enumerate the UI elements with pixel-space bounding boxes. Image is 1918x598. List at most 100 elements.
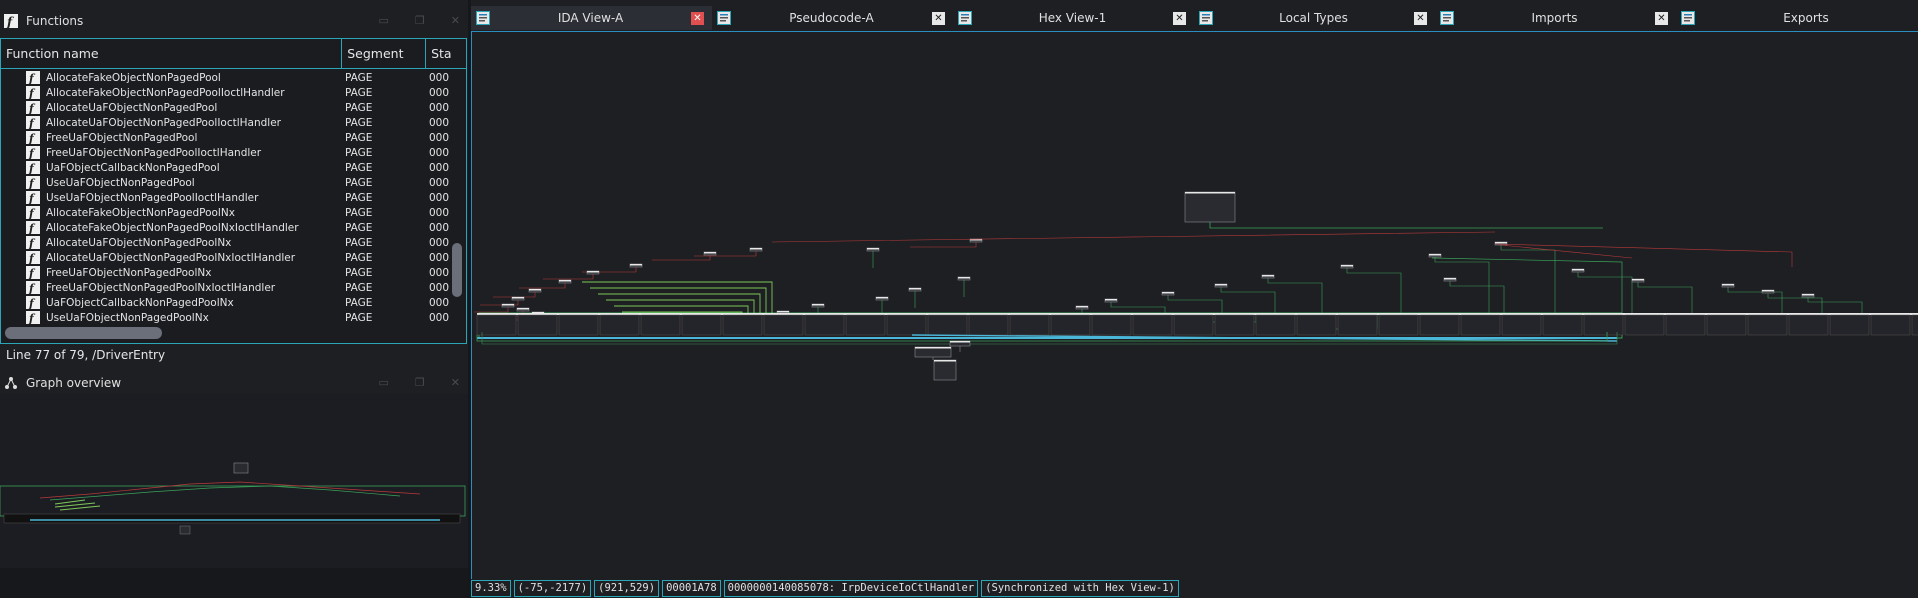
- function-icon: f: [26, 281, 40, 294]
- function-segment: PAGE: [345, 131, 373, 144]
- graph-leaf-node: [1460, 314, 1501, 336]
- graph-leaf-node: [1296, 314, 1337, 336]
- table-row[interactable]: f UaFObjectCallbackNonPagedPool PAGE 000: [1, 160, 466, 175]
- table-row[interactable]: f FreeUaFObjectNonPagedPoolNx PAGE 000: [1, 265, 466, 280]
- graph-node-header: [517, 308, 529, 310]
- table-row[interactable]: f AllocateUaFObjectNonPagedPoolNxIoctlHan…: [1, 250, 466, 265]
- function-segment: PAGE: [345, 296, 373, 309]
- table-row[interactable]: f AllocateUaFObjectNonPagedPoolIoctlHandl…: [1, 115, 466, 130]
- close-tab-icon[interactable]: ✕: [691, 11, 704, 25]
- overview-window-buttons: ▭ ❐ ✕: [379, 376, 461, 389]
- graph-leaf-node: [1501, 314, 1542, 336]
- graph-node-header: [777, 311, 789, 313]
- function-icon: f: [26, 236, 40, 249]
- table-row[interactable]: f AllocateUaFObjectNonPagedPool PAGE 000: [1, 100, 466, 115]
- function-icon: f: [26, 251, 40, 264]
- function-icon: f: [26, 191, 40, 204]
- function-icon: f: [26, 86, 40, 99]
- tab-local-types[interactable]: Local Types ✕: [1194, 6, 1435, 30]
- table-row[interactable]: f AllocateFakeObjectNonPagedPoolNxIoctlHa…: [1, 220, 466, 235]
- table-row[interactable]: f UseUaFObjectNonPagedPool PAGE 000: [1, 175, 466, 190]
- function-name: FreeUaFObjectNonPagedPoolNxIoctlHandler: [46, 281, 276, 294]
- disasm-view-icon: [476, 11, 490, 25]
- tab-ida-view-a[interactable]: IDA View-A ✕: [471, 6, 712, 30]
- restore-icon[interactable]: ❐: [415, 376, 425, 389]
- function-icon: f: [26, 176, 40, 189]
- function-name: AllocateFakeObjectNonPagedPoolIoctlHandl…: [46, 86, 285, 99]
- graph-edge: [590, 287, 767, 313]
- table-row[interactable]: f FreeUaFObjectNonPagedPoolIoctlHandler PA…: [1, 145, 466, 160]
- graph-leaf-node: [476, 314, 517, 336]
- graph-leaf-node: [599, 314, 640, 336]
- minimize-icon[interactable]: ▭: [379, 14, 389, 27]
- table-row[interactable]: f FreeUaFObjectNonPagedPool PAGE 000: [1, 130, 466, 145]
- function-name: AllocateFakeObjectNonPagedPoolNxIoctlHan…: [46, 221, 299, 234]
- functions-panel-header[interactable]: f Functions ▭ ❐ ✕: [0, 10, 468, 32]
- overview-footer: [0, 568, 468, 598]
- function-icon: f: [26, 221, 40, 234]
- graph-leaf-node: [1624, 314, 1665, 336]
- table-row[interactable]: f FreeUaFObjectNonPagedPoolNxIoctlHandler…: [1, 280, 466, 295]
- graph-node-header: [1572, 269, 1584, 271]
- tab-label: Pseudocode-A: [789, 11, 874, 25]
- function-segment: PAGE: [345, 281, 373, 294]
- close-tab-icon[interactable]: ✕: [1414, 11, 1427, 25]
- graph-leaf-node: [1419, 314, 1460, 336]
- graph-leaf-node: [763, 314, 804, 336]
- graph-leaf-node: [1829, 314, 1870, 336]
- tab-label: Imports: [1531, 11, 1578, 25]
- function-name: AllocateFakeObjectNonPagedPoolNx: [46, 206, 235, 219]
- graph-leaf-node: [1050, 314, 1091, 336]
- table-header: Function name Segment Sta: [1, 39, 466, 69]
- tab-hex-view-1[interactable]: Hex View-1 ✕: [953, 6, 1194, 30]
- graph-node-header: [1341, 265, 1353, 267]
- graph-node-header: [1185, 192, 1235, 194]
- function-start: 000: [429, 101, 450, 114]
- graph-overview-canvas[interactable]: [0, 394, 468, 598]
- column-start[interactable]: Sta: [426, 39, 466, 68]
- table-row[interactable]: f UaFObjectCallbackNonPagedPoolNx PAGE 000: [1, 295, 466, 310]
- function-name: UaFObjectCallbackNonPagedPoolNx: [46, 296, 234, 309]
- tab-imports[interactable]: Imports ✕: [1435, 6, 1676, 30]
- graph-leaf-node: [1255, 314, 1296, 336]
- horizontal-scrollbar[interactable]: [5, 327, 162, 339]
- table-row[interactable]: f UseUaFObjectNonPagedPoolIoctlHandler PAG…: [1, 190, 466, 205]
- function-segment: PAGE: [345, 176, 373, 189]
- function-start: 000: [429, 131, 450, 144]
- imports-icon: [1440, 11, 1454, 25]
- tab-label: Exports: [1783, 11, 1829, 25]
- close-icon[interactable]: ✕: [451, 14, 460, 27]
- function-start: 000: [429, 71, 450, 84]
- graph-overview-header[interactable]: Graph overview ▭ ❐ ✕: [0, 372, 468, 394]
- restore-icon[interactable]: ❐: [415, 14, 425, 27]
- close-tab-icon[interactable]: ✕: [1655, 11, 1668, 25]
- function-segment: PAGE: [345, 311, 373, 324]
- graph-node-header: [909, 288, 921, 290]
- graph-node-header: [1802, 294, 1814, 296]
- table-row[interactable]: f AllocateFakeObjectNonPagedPoolNx PAGE 000: [1, 205, 466, 220]
- table-row[interactable]: f AllocateUaFObjectNonPagedPoolNx PAGE 000: [1, 235, 466, 250]
- graph-node-header: [1722, 284, 1734, 286]
- graph-edge: [1637, 282, 1693, 313]
- zoom-level: 9.33%: [471, 580, 511, 597]
- minimize-icon[interactable]: ▭: [379, 376, 389, 389]
- column-function-name[interactable]: Function name: [1, 39, 343, 68]
- ida-view-graph[interactable]: [471, 31, 1918, 579]
- tab-pseudocode-a[interactable]: Pseudocode-A ✕: [712, 6, 953, 30]
- sync-status: (Synchronized with Hex View-1): [981, 580, 1179, 597]
- tab-exports[interactable]: Exports: [1676, 6, 1917, 30]
- vertical-scrollbar[interactable]: [452, 243, 462, 297]
- graph-leaf-node: [1747, 314, 1788, 336]
- function-icon: f: [26, 311, 40, 324]
- close-tab-icon[interactable]: ✕: [1173, 11, 1186, 25]
- graph-edge: [1807, 297, 1863, 313]
- column-segment[interactable]: Segment: [342, 39, 427, 68]
- function-segment: PAGE: [345, 146, 373, 159]
- table-row[interactable]: f AllocateFakeObjectNonPagedPool PAGE 000: [1, 70, 466, 85]
- close-icon[interactable]: ✕: [451, 376, 460, 389]
- graph-node-header: [502, 304, 514, 306]
- table-row[interactable]: f UseUaFObjectNonPagedPoolNx PAGE 000: [1, 310, 466, 325]
- table-row[interactable]: f AllocateFakeObjectNonPagedPoolIoctlHand…: [1, 85, 466, 100]
- close-tab-icon[interactable]: ✕: [932, 11, 945, 25]
- graph-node-header: [1162, 292, 1174, 294]
